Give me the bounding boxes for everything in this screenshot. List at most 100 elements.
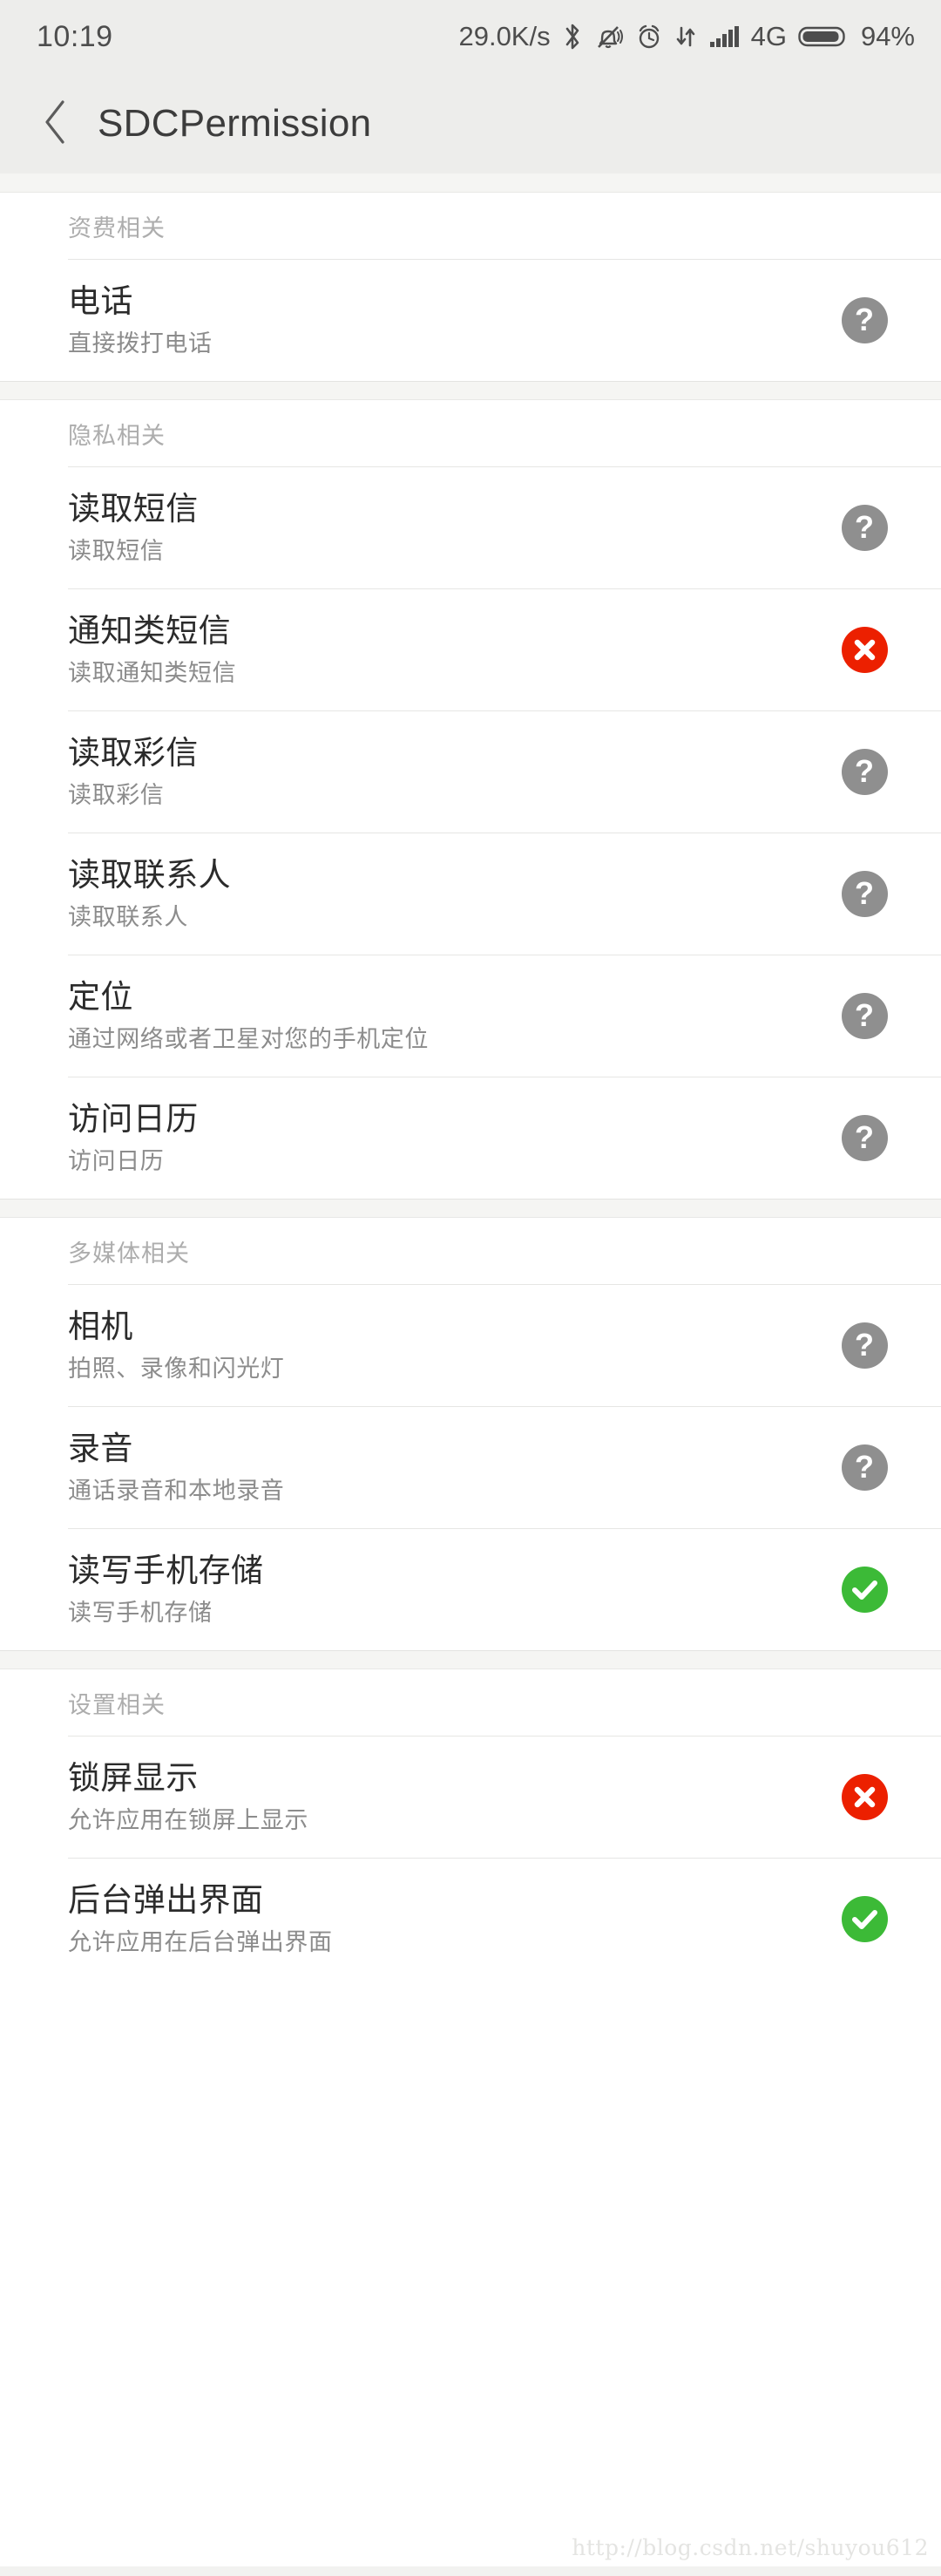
battery-percent-label: 94% (860, 21, 915, 51)
section-divider (0, 381, 941, 400)
permission-row-texts: 定位通过网络或者卫星对您的手机定位 (68, 978, 823, 1054)
permission-row[interactable]: 读取短信 读取短信? (0, 467, 941, 588)
cross-icon (841, 1774, 888, 1820)
permission-status-button[interactable]: ? (840, 992, 889, 1041)
section-header: 多媒体相关 (0, 1218, 941, 1284)
cross-icon (841, 627, 888, 673)
bottom-strip (0, 2566, 941, 2576)
question-mark-icon: ? (841, 749, 888, 795)
permission-list[interactable]: 资费相关 电话 直接拨打电话? 隐私相关 读取短信 读取短信? 通知类短信 读取通知类短信 读取… (0, 173, 941, 1980)
permission-row-texts: 访问日历 访问日历 (68, 1100, 823, 1176)
question-mark-icon: ? (841, 297, 888, 343)
section-header-label: 隐私相关 (68, 422, 166, 450)
permission-row-texts: 电话 直接拨打电话 (68, 282, 823, 358)
chevron-left-icon (40, 99, 70, 149)
battery-icon (798, 21, 847, 52)
permission-title: 电话 (68, 282, 133, 320)
permission-status-button[interactable] (840, 626, 889, 675)
question-mark-glyph: ? (855, 1448, 874, 1485)
permission-status-button[interactable] (840, 1895, 889, 1944)
permission-row-texts: 读取联系人 读取联系人 (68, 856, 823, 932)
permission-title: 定位 (68, 977, 133, 1016)
question-mark-icon: ? (841, 505, 888, 551)
data-transfer-icon (674, 21, 697, 52)
permission-subtitle: 读取通知类短信 (68, 659, 237, 687)
permission-subtitle: 通过网络或者卫星对您的手机定位 (68, 1025, 429, 1053)
network-type-label: 4G (750, 21, 787, 51)
question-mark-glyph: ? (855, 752, 874, 789)
page-title: SDCPermission (98, 101, 372, 145)
section-header: 隐私相关 (0, 400, 941, 466)
status-bar-clock: 10:19 (37, 19, 113, 53)
permission-row[interactable]: 后台弹出界面允许应用在后台弹出界面 (0, 1859, 941, 1980)
question-mark-glyph: ? (855, 996, 874, 1033)
permission-row[interactable]: 读取彩信 读取彩信? (0, 711, 941, 833)
permission-title: 读取联系人 (68, 855, 231, 894)
permission-title: 读写手机存储 (68, 1551, 264, 1589)
question-mark-icon: ? (841, 871, 888, 917)
permission-row-texts: 读取彩信 读取彩信 (68, 734, 823, 810)
question-mark-glyph: ? (855, 874, 874, 911)
permission-subtitle: 拍照、录像和闪光灯 (68, 1355, 285, 1383)
permission-subtitle: 读取短信 (68, 537, 165, 565)
status-bar-indicators: 29.0K/s 4G 94% (458, 0, 915, 73)
permission-subtitle: 读写手机存储 (68, 1599, 213, 1627)
permission-row-texts: 读取短信 读取短信 (68, 490, 823, 566)
check-icon (841, 1896, 888, 1942)
question-mark-glyph: ? (855, 1326, 874, 1363)
question-mark-icon: ? (841, 1115, 888, 1161)
section-header: 资费相关 (0, 193, 941, 259)
permission-row[interactable]: 相机 拍照、录像和闪光灯? (0, 1285, 941, 1406)
permission-row-texts: 通知类短信读取通知类短信 (68, 612, 823, 688)
permission-subtitle: 读取联系人 (68, 903, 188, 931)
bluetooth-icon (562, 21, 583, 52)
permission-status-button[interactable]: ? (840, 1322, 889, 1370)
section-header: 设置相关 (0, 1669, 941, 1736)
alarm-clock-icon (635, 21, 663, 52)
permission-title: 录音 (68, 1429, 133, 1467)
question-mark-icon: ? (841, 1322, 888, 1369)
permission-row[interactable]: 访问日历 访问日历? (0, 1077, 941, 1199)
question-mark-glyph: ? (855, 301, 874, 337)
permission-status-button[interactable]: ? (840, 1114, 889, 1163)
permission-status-button[interactable]: ? (840, 1444, 889, 1492)
permission-row[interactable]: 通知类短信读取通知类短信 (0, 589, 941, 710)
mute-bell-icon (594, 21, 624, 52)
permission-status-button[interactable] (840, 1566, 889, 1614)
permission-subtitle: 允许应用在锁屏上显示 (68, 1806, 308, 1834)
permission-status-button[interactable]: ? (840, 504, 889, 553)
permission-row[interactable]: 读取联系人 读取联系人? (0, 833, 941, 955)
permission-status-button[interactable] (840, 1773, 889, 1822)
watermark-text: http://blog.csdn.net/shuyou612 (572, 2535, 929, 2560)
permission-row-texts: 锁屏显示 允许应用在锁屏上显示 (68, 1759, 823, 1835)
permission-subtitle: 读取彩信 (68, 781, 165, 809)
permission-row[interactable]: 锁屏显示 允许应用在锁屏上显示 (0, 1737, 941, 1858)
question-mark-glyph: ? (855, 1118, 874, 1155)
permission-row[interactable]: 录音通话录音和本地录音? (0, 1407, 941, 1528)
network-speed-label: 29.0K/s (458, 21, 551, 51)
section-header-label: 资费相关 (68, 214, 166, 242)
permission-row[interactable]: 读写手机存储 读写手机存储 (0, 1529, 941, 1650)
section-header-label: 设置相关 (68, 1691, 166, 1719)
section-header-label: 多媒体相关 (68, 1240, 190, 1268)
permission-row-texts: 后台弹出界面允许应用在后台弹出界面 (68, 1881, 823, 1957)
permission-title: 访问日历 (68, 1099, 199, 1138)
permission-title: 后台弹出界面 (68, 1880, 264, 1919)
permission-title: 通知类短信 (68, 611, 231, 649)
permission-subtitle: 直接拨打电话 (68, 330, 213, 357)
app-title-bar: SDCPermission (0, 73, 941, 173)
question-mark-glyph: ? (855, 508, 874, 545)
permission-status-button[interactable]: ? (840, 296, 889, 345)
section-divider (0, 173, 941, 193)
question-mark-icon: ? (841, 1444, 888, 1491)
permission-status-button[interactable]: ? (840, 748, 889, 797)
permission-row[interactable]: 定位通过网络或者卫星对您的手机定位? (0, 955, 941, 1077)
back-button[interactable] (23, 92, 87, 156)
permission-status-button[interactable]: ? (840, 870, 889, 919)
signal-bars-icon (708, 21, 740, 52)
permission-row[interactable]: 电话直接拨打电话? (0, 260, 941, 381)
permission-subtitle: 允许应用在后台弹出界面 (68, 1928, 333, 1956)
permission-subtitle: 通话录音和本地录音 (68, 1477, 285, 1505)
check-icon (841, 1567, 888, 1613)
status-bar: 10:19 29.0K/s 4G 94% (0, 0, 941, 73)
